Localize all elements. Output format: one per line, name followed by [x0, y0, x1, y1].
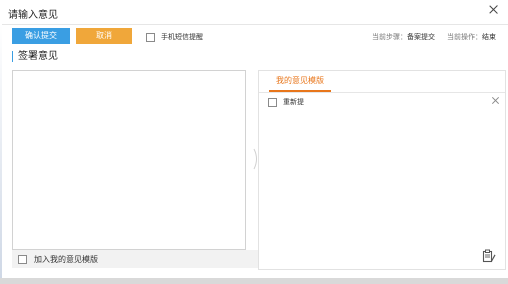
add-to-template-label: 加入我的意见模版 — [34, 254, 98, 264]
opinion-dialog: 请输入意见 确认提交 取消 手机短信提醒 当前步骤：备案提交 当前操作：结束 签署… — [0, 0, 508, 284]
template-item-checkbox[interactable] — [268, 97, 277, 107]
window-edge — [0, 24, 2, 278]
toolbar: 确认提交 取消 手机短信提醒 当前步骤：备案提交 当前操作：结束 — [0, 25, 508, 47]
template-item-label: 重新提 — [283, 98, 304, 106]
template-tabbar: 我的意见模版 — [259, 71, 505, 93]
template-item[interactable]: 重新提 — [268, 97, 304, 107]
current-action-label: 当前操作： — [447, 33, 482, 41]
cancel-button[interactable]: 取消 — [76, 28, 132, 44]
clipboard-edit-icon[interactable] — [482, 249, 496, 263]
current-action-value: 结束 — [482, 33, 496, 41]
add-to-template-option[interactable]: 加入我的意见模版 — [12, 250, 258, 268]
delete-template-icon[interactable] — [491, 96, 501, 106]
confirm-submit-button[interactable]: 确认提交 — [12, 28, 70, 44]
close-icon[interactable] — [488, 4, 500, 16]
sms-reminder-label: 手机短信提醒 — [161, 33, 203, 41]
dialog-titlebar: 请输入意见 — [0, 0, 508, 25]
step-info: 当前步骤：备案提交 当前操作：结束 — [372, 32, 496, 42]
opinion-textarea[interactable] — [12, 70, 246, 250]
add-to-template-checkbox[interactable] — [18, 254, 27, 264]
sms-reminder-option[interactable]: 手机短信提醒 — [146, 32, 203, 42]
bottom-edge — [0, 278, 508, 284]
sms-reminder-checkbox[interactable] — [146, 32, 155, 42]
template-panel: 我的意见模版 重新提 — [258, 70, 506, 270]
current-step-label: 当前步骤： — [372, 33, 407, 41]
dialog-title: 请输入意见 — [8, 10, 58, 21]
section-title: 签署意见 — [12, 51, 58, 62]
current-step-value: 备案提交 — [407, 33, 435, 41]
tab-my-templates[interactable]: 我的意见模版 — [269, 71, 331, 92]
